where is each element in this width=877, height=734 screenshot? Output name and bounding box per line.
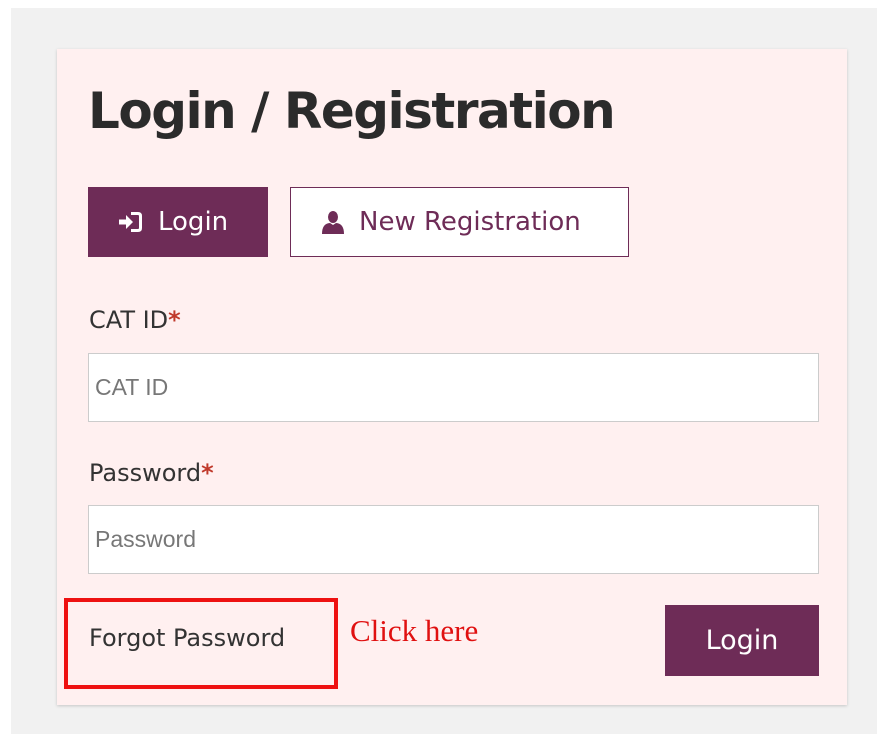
password-input[interactable] — [88, 505, 819, 574]
sign-in-icon — [119, 212, 142, 232]
tab-new-registration[interactable]: New Registration — [290, 187, 629, 257]
cat-id-input[interactable] — [88, 353, 819, 422]
tab-new-registration-label: New Registration — [359, 207, 581, 237]
click-here-annotation: Click here — [350, 613, 479, 648]
page-title: Login / Registration — [88, 82, 616, 140]
forgot-password-link[interactable]: Forgot Password — [89, 624, 285, 652]
required-marker: * — [168, 306, 181, 334]
cat-id-label: CAT ID* — [89, 306, 181, 334]
tab-login-label: Login — [158, 207, 229, 237]
password-label: Password* — [89, 459, 214, 487]
login-submit-button[interactable]: Login — [665, 605, 819, 676]
required-marker: * — [201, 459, 214, 487]
tab-login[interactable]: Login — [88, 187, 268, 257]
user-icon — [322, 211, 344, 234]
